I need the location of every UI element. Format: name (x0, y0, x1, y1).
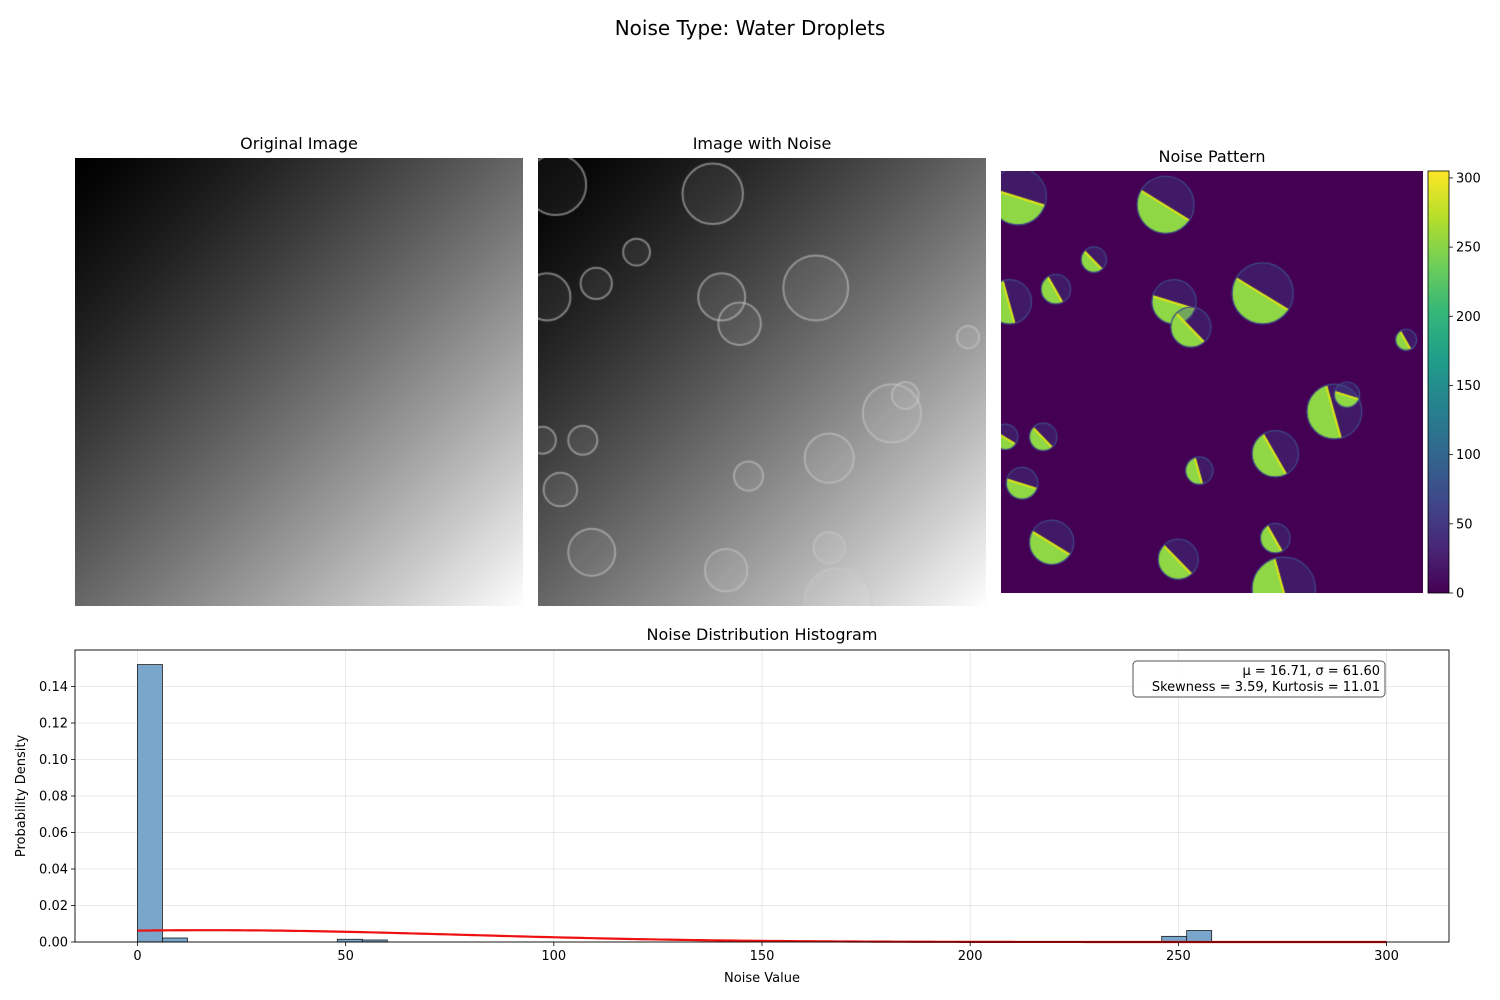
figure-title: Noise Type: Water Droplets (614, 16, 886, 40)
noise-pattern-image (1001, 171, 1423, 593)
colorbar: 0 50 100 150 200 250 300 (1427, 170, 1481, 602)
x-tick-label: 50 (337, 949, 354, 964)
colorbar-tick-label: 300 (1456, 171, 1481, 186)
y-tick-label: 0.10 (39, 753, 68, 768)
y-tick-label: 0.14 (39, 680, 68, 695)
x-tick-label: 150 (750, 949, 775, 964)
x-tick-label: 100 (541, 949, 566, 964)
noise-pattern-canvas (1001, 171, 1423, 593)
x-tick-label: 250 (1166, 949, 1191, 964)
original-image (75, 158, 523, 606)
histogram-bar (137, 664, 163, 943)
noisy-image-canvas (538, 158, 986, 606)
noise-pattern-title: Noise Pattern (1158, 147, 1266, 166)
x-tick-label: 0 (133, 949, 141, 964)
y-tick-label: 0.06 (39, 826, 68, 841)
original-image-canvas (75, 158, 523, 606)
y-tick-label: 0.08 (39, 790, 68, 805)
colorbar-tick-label: 150 (1456, 379, 1481, 394)
stats-line: Skewness = 3.59, Kurtosis = 11.01 (1152, 680, 1380, 695)
colorbar-gradient (1427, 170, 1450, 594)
colorbar-tick-label: 50 (1456, 517, 1473, 532)
colorbar-tick-label: 0 (1456, 587, 1464, 602)
histogram-bar (1186, 930, 1213, 943)
y-axis-label: Probability Density (14, 735, 29, 858)
histogram-bar (162, 937, 188, 943)
y-tick-label: 0.00 (39, 936, 68, 951)
colorbar-tick-label: 250 (1456, 241, 1481, 256)
colorbar-tick-label: 100 (1456, 448, 1481, 463)
y-tick-label: 0.12 (39, 717, 68, 732)
colorbar-tick-label: 200 (1456, 310, 1481, 325)
y-tick-label: 0.04 (39, 863, 68, 878)
x-tick-label: 300 (1374, 949, 1399, 964)
x-axis-label: Noise Value (724, 971, 800, 986)
histogram-chart: 0 50 100 150 200 250 300 0.00 0.02 0.04 0.06 0.08 0.… (14, 649, 1450, 986)
noisy-image (538, 158, 986, 606)
stats-box: μ = 16.71, σ = 61.60Skewness = 3.59, Kur… (1132, 660, 1386, 698)
stats-line: μ = 16.71, σ = 61.60 (1242, 664, 1380, 679)
y-tick-label: 0.02 (39, 899, 68, 914)
x-tick-label: 200 (958, 949, 983, 964)
original-image-title: Original Image (240, 134, 358, 153)
noisy-image-title: Image with Noise (692, 134, 832, 153)
